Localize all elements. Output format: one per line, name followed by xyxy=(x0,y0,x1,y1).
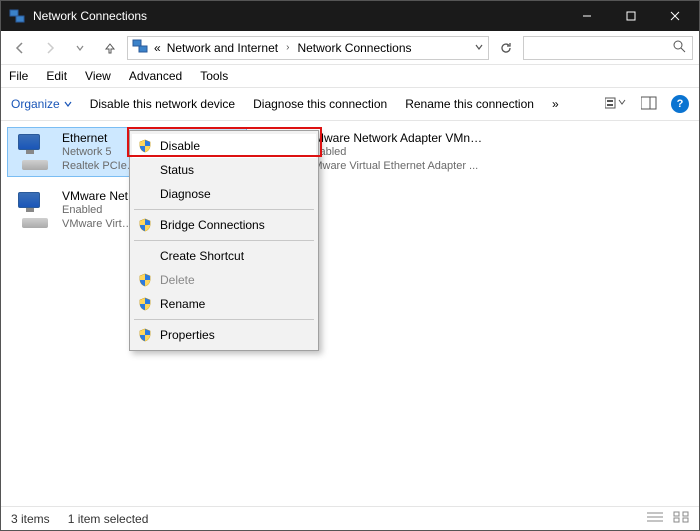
preview-pane-button[interactable] xyxy=(641,96,657,113)
chevron-down-icon xyxy=(64,100,72,108)
network-adapter-icon xyxy=(14,190,54,230)
context-menu-separator xyxy=(134,240,314,241)
maximize-button[interactable] xyxy=(609,1,653,31)
breadcrumb-segment[interactable]: Network Connections xyxy=(297,41,411,55)
context-menu-separator xyxy=(134,209,314,210)
menu-advanced[interactable]: Advanced xyxy=(127,67,184,85)
connection-device: VMware Virtual Ethernet Adapter ... xyxy=(306,160,484,174)
context-menu-label: Delete xyxy=(160,273,195,287)
menu-file[interactable]: File xyxy=(7,67,30,85)
context-menu-separator xyxy=(134,319,314,320)
context-menu-item-status[interactable]: Status xyxy=(132,158,316,182)
connection-device: Realtek PCIe… xyxy=(62,160,138,174)
shield-icon xyxy=(138,218,152,232)
explorer-window: Network Connections « Network and Intern… xyxy=(0,0,700,531)
chevron-right-icon[interactable]: › xyxy=(286,42,289,53)
context-menu-label: Disable xyxy=(160,139,200,153)
navigation-bar: « Network and Internet › Network Connect… xyxy=(1,31,699,65)
connection-name: Ethernet xyxy=(62,131,138,146)
network-connections-icon xyxy=(7,6,27,26)
organize-button[interactable]: Organize xyxy=(11,97,72,111)
context-menu-label: Create Shortcut xyxy=(160,249,244,263)
network-adapter-icon xyxy=(14,132,54,172)
context-menu: Disable Status Diagnose Bridge Connections C… xyxy=(129,130,319,351)
connection-list: Ethernet Network 5 Realtek PCIe… VMware … xyxy=(7,127,693,235)
close-button[interactable] xyxy=(653,1,697,31)
context-menu-item-create-shortcut[interactable]: Create Shortcut xyxy=(132,244,316,268)
address-bar[interactable]: « Network and Internet › Network Connect… xyxy=(127,36,489,60)
context-menu-label: Diagnose xyxy=(160,187,211,201)
context-menu-label: Rename xyxy=(160,297,205,311)
menu-view[interactable]: View xyxy=(83,67,113,85)
context-menu-label: Bridge Connections xyxy=(160,218,265,232)
search-input[interactable] xyxy=(523,36,693,60)
search-icon xyxy=(673,40,686,56)
connection-status: Enabled xyxy=(306,146,484,160)
up-button[interactable] xyxy=(97,35,123,61)
help-button[interactable]: ? xyxy=(671,95,689,113)
context-menu-item-delete: Delete xyxy=(132,268,316,292)
title-bar[interactable]: Network Connections xyxy=(1,1,699,31)
shield-icon xyxy=(138,328,152,342)
breadcrumb-prefix[interactable]: « xyxy=(154,41,161,55)
disable-device-button[interactable]: Disable this network device xyxy=(90,97,235,111)
selection-count: 1 item selected xyxy=(68,512,149,526)
window-title: Network Connections xyxy=(33,9,565,23)
context-menu-item-properties[interactable]: Properties xyxy=(132,323,316,347)
menu-bar: File Edit View Advanced Tools xyxy=(1,65,699,87)
connection-status: Network 5 xyxy=(62,146,138,160)
connection-name: VMware Network Adapter VMnet1 xyxy=(306,131,484,146)
back-button[interactable] xyxy=(7,35,33,61)
minimize-button[interactable] xyxy=(565,1,609,31)
context-menu-label: Status xyxy=(160,163,194,177)
icons-view-button[interactable] xyxy=(673,511,689,526)
rename-connection-button[interactable]: Rename this connection xyxy=(405,97,534,111)
breadcrumb-segment[interactable]: Network and Internet xyxy=(167,41,278,55)
item-count: 3 items xyxy=(11,512,50,526)
context-menu-item-diagnose[interactable]: Diagnose xyxy=(132,182,316,206)
shield-icon xyxy=(138,273,152,287)
recent-locations-button[interactable] xyxy=(67,35,93,61)
details-view-button[interactable] xyxy=(647,511,663,526)
shield-icon xyxy=(138,297,152,311)
forward-button[interactable] xyxy=(37,35,63,61)
shield-icon xyxy=(138,139,152,153)
command-bar: Organize Disable this network device Dia… xyxy=(1,87,699,121)
context-menu-item-bridge-connections[interactable]: Bridge Connections xyxy=(132,213,316,237)
status-bar: 3 items 1 item selected xyxy=(1,506,699,530)
view-options-button[interactable] xyxy=(605,96,627,113)
menu-edit[interactable]: Edit xyxy=(44,67,69,85)
context-menu-item-disable[interactable]: Disable xyxy=(132,134,316,158)
context-menu-item-rename[interactable]: Rename xyxy=(132,292,316,316)
context-menu-label: Properties xyxy=(160,328,215,342)
network-connections-icon xyxy=(132,38,148,57)
chevron-down-icon[interactable] xyxy=(474,41,484,55)
content-area[interactable]: Ethernet Network 5 Realtek PCIe… VMware … xyxy=(1,121,699,506)
overflow-button[interactable]: » xyxy=(552,97,559,111)
diagnose-connection-button[interactable]: Diagnose this connection xyxy=(253,97,387,111)
refresh-button[interactable] xyxy=(493,36,519,60)
menu-tools[interactable]: Tools xyxy=(198,67,230,85)
